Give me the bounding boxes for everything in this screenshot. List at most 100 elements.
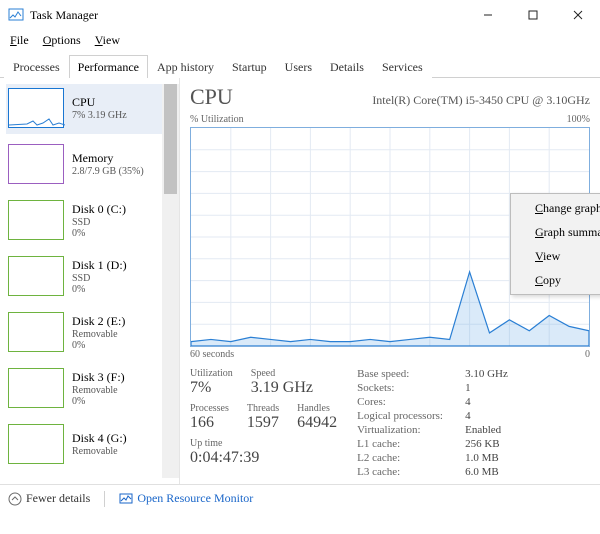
tab-users[interactable]: Users <box>276 55 321 78</box>
chevron-up-circle-icon <box>8 492 22 506</box>
sidebar-scrollbar[interactable] <box>162 84 179 478</box>
maximize-button[interactable] <box>510 0 555 30</box>
cpu-thumb <box>8 88 64 128</box>
tab-details[interactable]: Details <box>321 55 373 78</box>
fact-v: 6.0 MB <box>465 466 499 478</box>
minimize-button[interactable] <box>465 0 510 30</box>
sidebar-sub2: 0% <box>72 340 125 351</box>
fact-v: 3.10 GHz <box>465 368 508 380</box>
val-uptime: 0:04:47:39 <box>190 449 337 467</box>
sidebar-label: Memory <box>72 151 144 166</box>
sidebar-label: Disk 2 (E:) <box>72 314 125 329</box>
fact-k: Sockets: <box>357 382 457 394</box>
sidebar-item-disk2[interactable]: Disk 2 (E:) Removable 0% <box>6 308 175 358</box>
graph-xright: 0 <box>585 349 590 360</box>
sidebar-sub: 2.8/7.9 GB (35%) <box>72 166 144 177</box>
fact-v: 1 <box>465 382 471 394</box>
sidebar-sub2: 0% <box>72 396 125 407</box>
app-icon <box>8 7 24 23</box>
content: CPU 7% 3.19 GHz Memory 2.8/7.9 GB (35%) … <box>0 78 600 484</box>
footer-separator <box>104 491 105 507</box>
main-panel: CPU Intel(R) Core(TM) i5-3450 CPU @ 3.10… <box>180 78 600 484</box>
titlebar[interactable]: Task Manager <box>0 0 600 30</box>
fact-k: L1 cache: <box>357 438 457 450</box>
menubar: File Options View <box>0 30 600 50</box>
open-resource-monitor-label: Open Resource Monitor <box>137 491 253 506</box>
tab-app-history[interactable]: App history <box>148 55 223 78</box>
sidebar-label: Disk 1 (D:) <box>72 258 127 273</box>
sidebar-sub2: 0% <box>72 228 126 239</box>
sidebar-item-disk3[interactable]: Disk 3 (F:) Removable 0% <box>6 364 175 414</box>
sidebar-sub: 7% 3.19 GHz <box>72 110 127 121</box>
graph-ymax: 100% <box>567 114 590 125</box>
sidebar-item-disk1[interactable]: Disk 1 (D:) SSD 0% <box>6 252 175 302</box>
sidebar-item-memory[interactable]: Memory 2.8/7.9 GB (35%) <box>6 140 175 190</box>
panel-title: CPU <box>190 84 233 110</box>
sidebar-label: Disk 3 (F:) <box>72 370 125 385</box>
sidebar: CPU 7% 3.19 GHz Memory 2.8/7.9 GB (35%) … <box>0 78 180 484</box>
sidebar-item-disk4[interactable]: Disk 4 (G:) Removable <box>6 420 175 470</box>
fact-k: L3 cache: <box>357 466 457 478</box>
disk-thumb <box>8 424 64 464</box>
fewer-details-label: Fewer details <box>26 491 90 506</box>
resource-monitor-icon <box>119 492 133 506</box>
val-utilization: 7% <box>190 379 233 397</box>
fact-v: 4 <box>465 396 471 408</box>
tab-services[interactable]: Services <box>373 55 432 78</box>
sidebar-sub: Removable <box>72 446 127 457</box>
tab-processes[interactable]: Processes <box>4 55 69 78</box>
disk-thumb <box>8 312 64 352</box>
footer: Fewer details Open Resource Monitor <box>0 484 600 512</box>
memory-thumb <box>8 144 64 184</box>
context-menu: Change graph to▶ Graph summary view View… <box>510 193 600 295</box>
fact-v: 256 KB <box>465 438 500 450</box>
lbl-threads: Threads <box>247 403 279 414</box>
ctx-change-graph[interactable]: Change graph to▶ <box>513 196 600 220</box>
val-processes: 166 <box>190 414 229 432</box>
sidebar-label: Disk 4 (G:) <box>72 431 127 446</box>
tab-performance[interactable]: Performance <box>69 55 148 78</box>
lbl-speed: Speed <box>251 368 313 379</box>
fact-v: 4 <box>465 410 471 422</box>
open-resource-monitor-link[interactable]: Open Resource Monitor <box>119 491 253 506</box>
window-title: Task Manager <box>30 8 98 23</box>
fact-v: 1.0 MB <box>465 452 499 464</box>
task-manager-window: Task Manager File Options View Processes… <box>0 0 600 512</box>
lbl-processes: Processes <box>190 403 229 414</box>
disk-thumb <box>8 200 64 240</box>
lbl-uptime: Up time <box>190 438 337 449</box>
val-handles: 64942 <box>297 414 337 432</box>
ctx-copy[interactable]: CopyCtrl+C <box>513 268 600 292</box>
disk-thumb <box>8 256 64 296</box>
sidebar-sub: Removable <box>72 385 125 396</box>
disk-thumb <box>8 368 64 408</box>
fact-k: Logical processors: <box>357 410 457 422</box>
sidebar-item-disk0[interactable]: Disk 0 (C:) SSD 0% <box>6 196 175 246</box>
ctx-graph-summary[interactable]: Graph summary view <box>513 220 600 244</box>
scrollbar-thumb[interactable] <box>164 84 177 194</box>
fact-k: Cores: <box>357 396 457 408</box>
menu-options[interactable]: Options <box>37 31 87 50</box>
tab-startup[interactable]: Startup <box>223 55 276 78</box>
fact-k: Base speed: <box>357 368 457 380</box>
fact-v: Enabled <box>465 424 501 436</box>
menu-view[interactable]: View <box>89 31 126 50</box>
sidebar-item-cpu[interactable]: CPU 7% 3.19 GHz <box>6 84 175 134</box>
val-speed: 3.19 GHz <box>251 379 313 397</box>
val-threads: 1597 <box>247 414 279 432</box>
graph-ylabel: % Utilization <box>190 114 244 125</box>
ctx-view[interactable]: View▶ <box>513 244 600 268</box>
fact-k: L2 cache: <box>357 452 457 464</box>
fewer-details-link[interactable]: Fewer details <box>8 491 90 506</box>
sidebar-label: Disk 0 (C:) <box>72 202 126 217</box>
cpu-model: Intel(R) Core(TM) i5-3450 CPU @ 3.10GHz <box>372 93 590 108</box>
sidebar-sub: SSD <box>72 273 127 284</box>
fact-k: Virtualization: <box>357 424 457 436</box>
tabstrip: Processes Performance App history Startu… <box>0 50 600 78</box>
graph-xleft: 60 seconds <box>190 349 234 360</box>
menu-file[interactable]: File <box>4 31 35 50</box>
stats: Utilization7% Speed3.19 GHz Processes166… <box>190 368 590 478</box>
lbl-handles: Handles <box>297 403 337 414</box>
sidebar-sub2: 0% <box>72 284 127 295</box>
close-button[interactable] <box>555 0 600 30</box>
